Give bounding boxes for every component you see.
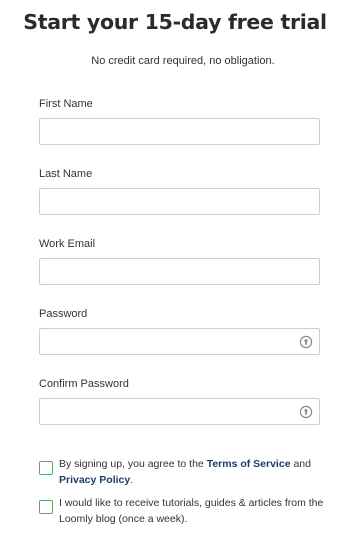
- password-reveal-icon[interactable]: [299, 335, 313, 349]
- work-email-field-group: Work Email: [39, 238, 320, 285]
- last-name-input-box: [39, 188, 320, 215]
- password-input-box: [39, 328, 320, 355]
- last-name-input[interactable]: [40, 189, 319, 214]
- terms-consent-text: By signing up, you agree to the Terms of…: [59, 457, 329, 488]
- terms-checkbox[interactable]: [39, 461, 53, 475]
- terms-of-service-link[interactable]: Terms of Service: [207, 458, 291, 470]
- newsletter-consent-text: I would like to receive tutorials, guide…: [59, 497, 324, 525]
- terms-consent-row: By signing up, you agree to the Terms of…: [39, 457, 329, 488]
- last-name-field-group: Last Name: [39, 168, 320, 215]
- newsletter-consent-row: I would like to receive tutorials, guide…: [39, 496, 329, 527]
- terms-suffix-text: .: [130, 473, 134, 486]
- terms-middle-text: and: [290, 458, 311, 470]
- first-name-label: First Name: [39, 98, 93, 110]
- privacy-policy-link[interactable]: Privacy Policy: [59, 474, 130, 486]
- confirm-password-input[interactable]: [40, 399, 319, 424]
- terms-prefix-text: By signing up, you agree to the: [59, 458, 207, 470]
- password-label: Password: [39, 308, 88, 320]
- first-name-input[interactable]: [40, 119, 319, 144]
- signup-form-page: Start your 15-day free trial No credit c…: [0, 0, 350, 544]
- first-name-input-box: [39, 118, 320, 145]
- password-reveal-icon[interactable]: [299, 405, 313, 419]
- work-email-input[interactable]: [40, 259, 319, 284]
- page-title: Start your 15-day free trial: [23, 10, 327, 34]
- first-name-field-group: First Name: [39, 98, 320, 145]
- newsletter-checkbox[interactable]: [39, 500, 53, 514]
- confirm-password-label: Confirm Password: [39, 378, 129, 390]
- last-name-label: Last Name: [39, 168, 93, 180]
- password-input[interactable]: [40, 329, 319, 354]
- confirm-password-input-box: [39, 398, 320, 425]
- password-field-group: Password: [39, 308, 320, 355]
- work-email-input-box: [39, 258, 320, 285]
- work-email-label: Work Email: [39, 238, 96, 250]
- confirm-password-field-group: Confirm Password: [39, 378, 320, 425]
- page-subtitle: No credit card required, no obligation.: [91, 55, 275, 67]
